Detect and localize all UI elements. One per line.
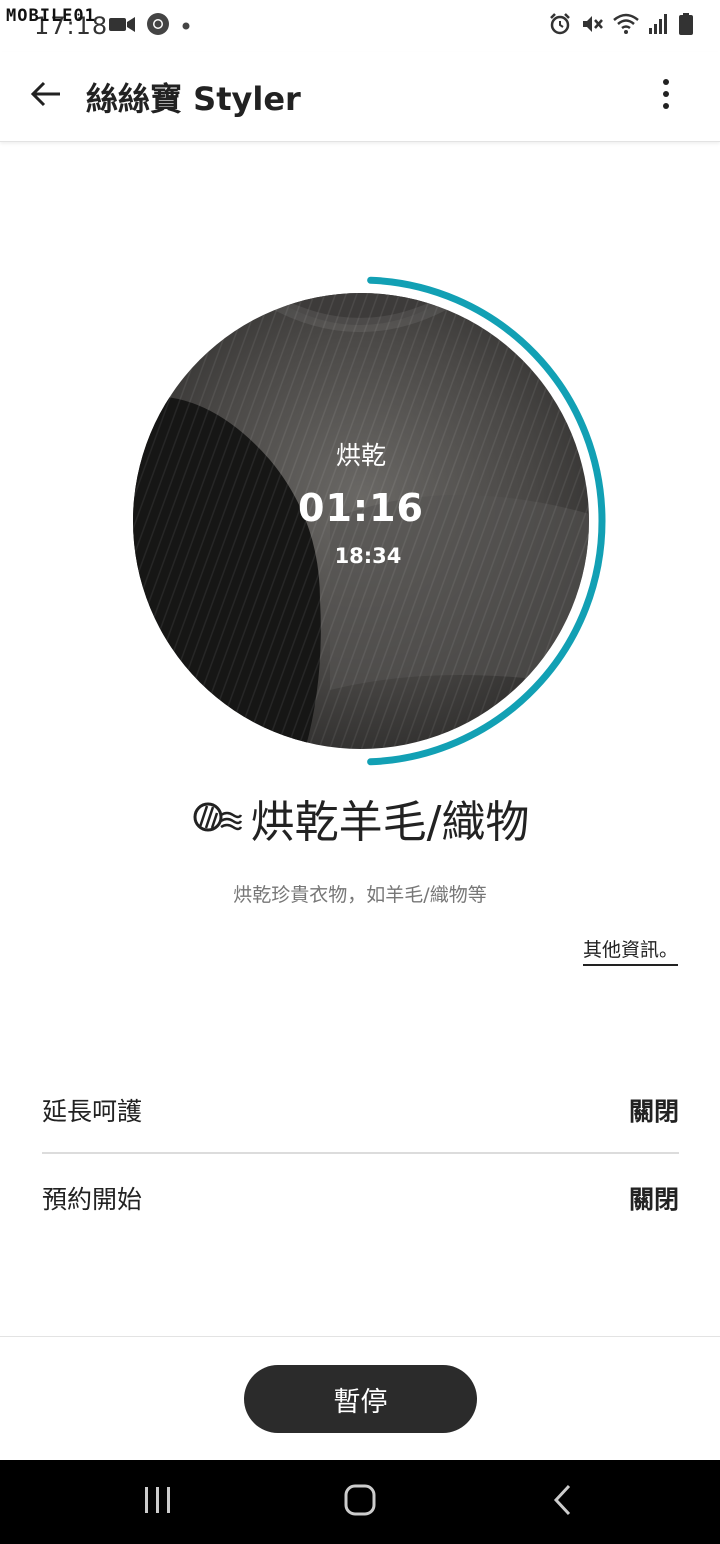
setting-value: 關閉 [628, 1097, 679, 1126]
wifi-icon [612, 12, 640, 40]
system-status-icons [548, 12, 694, 40]
more-info-link[interactable]: 其他資訊。 [582, 935, 678, 966]
remaining-time: 01:16 [298, 486, 424, 530]
setting-row-delay-start[interactable]: 預約開始 關閉 [42, 1154, 679, 1242]
mode-label: 烘乾 [335, 441, 386, 470]
alarm-icon [548, 12, 572, 40]
back-button[interactable] [22, 74, 70, 118]
status-bar: 17:18 MOBILE01 [0, 0, 720, 52]
page-title: 絲絲寶 Styler [86, 80, 301, 118]
setting-label: 延長呵護 [42, 1097, 143, 1126]
home-icon [343, 1483, 377, 1521]
course-heading: 烘乾羊毛/織物 [0, 786, 720, 850]
back-icon [551, 1483, 573, 1521]
course-name: 烘乾羊毛/織物 [250, 797, 530, 848]
more-vertical-icon [662, 78, 670, 114]
battery-icon [678, 12, 694, 40]
course-description: 烘乾珍貴衣物，如羊毛/織物等 [233, 884, 487, 906]
dial-content: 烘乾 01:16 18:34 [134, 294, 588, 748]
finish-time: 18:34 [334, 544, 402, 568]
nav-back-button[interactable] [522, 1474, 602, 1530]
more-notifications-dot-icon [180, 17, 192, 36]
app-bar: 絲絲寶 Styler [0, 52, 720, 142]
mute-icon [580, 12, 604, 40]
recent-apps-button[interactable] [118, 1474, 198, 1530]
arrow-left-icon [30, 80, 62, 112]
signal-icon [648, 12, 670, 40]
setting-label: 預約開始 [42, 1185, 143, 1214]
system-nav-bar [0, 1460, 720, 1544]
more-options-button[interactable] [648, 72, 684, 120]
progress-dial: 烘乾 01:16 18:34 [120, 270, 610, 766]
chrome-icon [146, 12, 170, 40]
home-button[interactable] [320, 1474, 400, 1530]
finish-time-row: 18:34 [134, 294, 402, 568]
wool-yarn-icon [191, 799, 243, 837]
video-notification-icon [108, 13, 136, 39]
recent-apps-icon [142, 1485, 174, 1519]
pause-button[interactable]: 暫停 [244, 1365, 477, 1433]
watermark-text: MOBILE01 [6, 6, 96, 26]
bottom-action-bar: 暫停 [0, 1336, 720, 1460]
setting-row-extended-care[interactable]: 延長呵護 關閉 [42, 1066, 679, 1154]
setting-value: 關閉 [628, 1185, 679, 1214]
notification-icons [108, 12, 192, 40]
